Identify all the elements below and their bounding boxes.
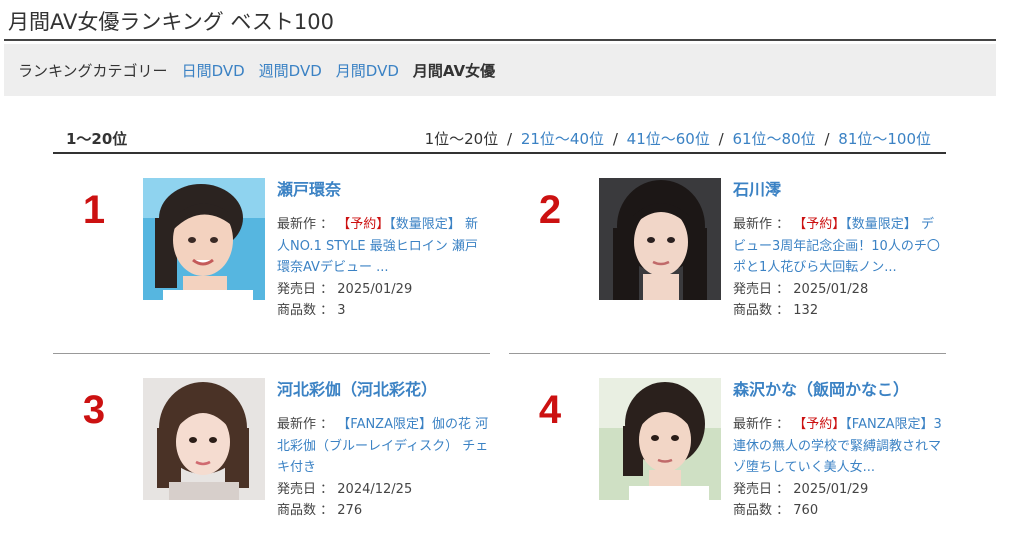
actress-name-link[interactable]: 河北彩伽（河北彩花） [277, 378, 489, 402]
pager-separator: / [824, 130, 830, 148]
pager-link-81-100[interactable]: 81位〜100位 [838, 130, 931, 148]
tag-limited: 【数量限定】 [389, 217, 461, 232]
count-label: 商品数 ： [277, 503, 334, 518]
latest-work: 最新作 ： 【予約】【数量限定】 新人NO.1 STYLE 最強ヒロイン 瀬戸環… [277, 214, 489, 279]
ranking-card: 2 石川澪 最新作 ： 【予約】【数量限定】 デビュー3周年記念企画！10人のチ… [515, 178, 940, 348]
category-link-weekly-dvd[interactable]: 週間DVD [259, 60, 322, 81]
pager-divider [53, 152, 946, 154]
count-label: 商品数 ： [733, 303, 790, 318]
ranking-category-bar: ランキングカテゴリー 日間DVD 週間DVD 月間DVD 月間AV女優 [4, 44, 996, 96]
actress-name-link[interactable]: 瀬戸環奈 [277, 178, 489, 202]
release-label: 発売日 ： [733, 281, 790, 297]
count-label: 商品数 ： [733, 503, 790, 518]
product-count: 132 [793, 303, 819, 318]
actress-info: 石川澪 最新作 ： 【予約】【数量限定】 デビュー3周年記念企画！10人のチ〇ポ… [733, 178, 945, 322]
page-title: 月間AV女優ランキング ベスト100 [8, 10, 334, 34]
actress-photo[interactable] [599, 178, 721, 300]
pager-link-21-40[interactable]: 21位〜40位 [521, 130, 604, 148]
tag-limited: 【数量限定】 [845, 217, 917, 232]
title-divider [4, 39, 996, 41]
pager-link-41-60[interactable]: 41位〜60位 [627, 130, 710, 148]
release-label: 発売日 ： [277, 281, 334, 297]
latest-label: 最新作 ： [277, 417, 334, 432]
release-row: 発売日 ： 2025/01/28 [733, 279, 945, 301]
latest-label: 最新作 ： [733, 417, 790, 432]
actress-info: 河北彩伽（河北彩花） 最新作 ： 【FANZA限定】伽の花 河北彩伽（ブルーレイ… [277, 378, 489, 522]
tag-reserve: 【予約】 [793, 417, 846, 432]
pager-current-range: 1位〜20位 [424, 130, 499, 148]
ranking-card: 4 森沢かな（飯岡かなこ） 最新作 ： 【予約】【FANZA限定】3連休の無人の… [515, 378, 942, 548]
rank-number: 1 [82, 188, 106, 232]
pager-separator: / [718, 130, 724, 148]
actress-photo[interactable] [599, 378, 721, 500]
actress-name-link[interactable]: 石川澪 [733, 178, 945, 202]
release-row: 発売日 ： 2025/01/29 [277, 279, 489, 301]
rank-number: 4 [538, 388, 562, 432]
count-row: 商品数 ： 132 [733, 300, 945, 322]
actress-photo[interactable] [143, 178, 265, 300]
release-row: 発売日 ： 2025/01/29 [733, 479, 945, 501]
category-current-monthly-actress: 月間AV女優 [412, 61, 496, 80]
rank-number: 2 [538, 188, 562, 232]
count-label: 商品数 ： [277, 303, 334, 318]
category-link-daily-dvd[interactable]: 日間DVD [182, 60, 245, 81]
latest-work: 最新作 ： 【予約】【数量限定】 デビュー3周年記念企画！10人のチ〇ポと1人花… [733, 214, 945, 279]
release-label: 発売日 ： [733, 481, 790, 497]
latest-label: 最新作 ： [733, 217, 790, 232]
range-title: 1〜20位 [66, 130, 128, 148]
tag-fanza-limited: 【FANZA限定】 [845, 417, 934, 432]
pager-link-61-80[interactable]: 61位〜80位 [732, 130, 815, 148]
release-date: 2024/12/25 [337, 481, 413, 497]
actress-photo[interactable] [143, 378, 265, 500]
tag-fanza-limited: 【FANZA限定】 [337, 417, 432, 432]
count-row: 商品数 ： 276 [277, 500, 489, 522]
release-label: 発売日 ： [277, 481, 334, 497]
release-date: 2025/01/28 [793, 281, 869, 297]
ranking-card: 1 瀬戸環奈 最新作 ： 【予約】【数量限定】 新人NO.1 STYLE 最強ヒ… [59, 178, 479, 348]
pager-separator: / [507, 130, 513, 148]
release-date: 2025/01/29 [793, 481, 869, 497]
actress-name-link[interactable]: 森沢かな（飯岡かなこ） [733, 378, 945, 402]
rank-range-pager: 1位〜20位 / 21位〜40位 / 41位〜60位 / 61位〜80位 / 8… [425, 128, 931, 149]
product-count: 760 [793, 503, 819, 518]
product-count: 276 [337, 503, 363, 518]
actress-info: 瀬戸環奈 最新作 ： 【予約】【数量限定】 新人NO.1 STYLE 最強ヒロイ… [277, 178, 489, 322]
count-row: 商品数 ： 760 [733, 500, 945, 522]
latest-work: 最新作 ： 【FANZA限定】伽の花 河北彩伽（ブルーレイディスク） チェキ付き [277, 414, 489, 479]
product-count: 3 [337, 303, 346, 318]
count-row: 商品数 ： 3 [277, 300, 489, 322]
pager-separator: / [612, 130, 618, 148]
card-divider [509, 353, 946, 354]
rank-number: 3 [82, 388, 106, 432]
ranking-card: 3 河北彩伽（河北彩花） 最新作 ： 【FANZA限定】伽の花 河北彩伽（ブルー… [59, 378, 488, 548]
latest-label: 最新作 ： [277, 217, 334, 232]
tag-reserve: 【予約】 [337, 217, 390, 232]
category-link-monthly-dvd[interactable]: 月間DVD [336, 60, 399, 81]
actress-info: 森沢かな（飯岡かなこ） 最新作 ： 【予約】【FANZA限定】3連休の無人の学校… [733, 378, 945, 522]
release-date: 2025/01/29 [337, 281, 413, 297]
card-divider [53, 353, 490, 354]
release-row: 発売日 ： 2024/12/25 [277, 479, 489, 501]
category-label: ランキングカテゴリー [18, 61, 168, 80]
latest-work: 最新作 ： 【予約】【FANZA限定】3連休の無人の学校で緊縛調教されマゾ堕ちし… [733, 414, 945, 479]
tag-reserve: 【予約】 [793, 217, 846, 232]
